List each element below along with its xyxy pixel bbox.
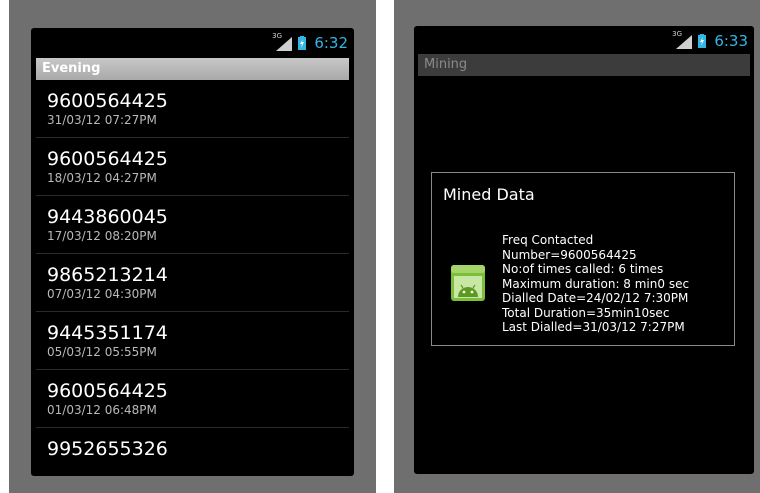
dialog-line: Last Dialled=31/03/12 7:27PM <box>502 320 685 334</box>
call-date: 17/03/12 08:20PM <box>47 229 157 243</box>
list-item[interactable]: 9865213214 07/03/12 04:30PM <box>36 254 349 312</box>
list-item[interactable]: 9600564425 01/03/12 06:48PM <box>36 370 349 428</box>
call-date: 18/03/12 04:27PM <box>47 171 157 185</box>
screen-title: Evening <box>36 58 349 80</box>
call-date: 05/03/12 05:55PM <box>47 345 157 359</box>
battery-charging-icon <box>698 34 706 48</box>
dialog-line: Total Duration=35min10sec <box>502 305 670 320</box>
status-bar: 3G 6:33 <box>414 26 754 54</box>
battery-charging-icon <box>298 36 306 50</box>
call-number: 9445351174 <box>47 322 168 344</box>
dialog-message: Freq Contacted Number=9600564425 No:of t… <box>502 233 689 335</box>
call-number: 9600564425 <box>47 148 168 170</box>
right-phone-screen: 3G 6:33 Mining Mined Data Freq Contacted… <box>414 26 754 474</box>
call-date: 07/03/12 04:30PM <box>47 287 157 301</box>
dialog-line: No:of times called: 6 times <box>502 262 664 276</box>
clock: 6:32 <box>314 34 348 52</box>
dialog-title: Mined Data <box>443 185 535 204</box>
signal-icon <box>276 37 292 51</box>
dialog-line: Number=9600564425 <box>502 247 637 262</box>
call-number: 9865213214 <box>47 264 168 286</box>
call-log-list: 9600564425 31/03/12 07:27PM 9600564425 1… <box>31 80 354 476</box>
list-item[interactable]: 9443860045 17/03/12 08:20PM <box>36 196 349 254</box>
status-bar: 3G 6:32 <box>31 28 354 56</box>
dialog-line: Maximum duration: 8 min0 sec <box>502 276 690 291</box>
signal-icon <box>676 35 692 49</box>
call-number: 9952655326 <box>47 438 168 460</box>
list-item[interactable]: 9445351174 05/03/12 05:55PM <box>36 312 349 370</box>
call-number: 9600564425 <box>47 380 168 402</box>
left-phone-screen: 3G 6:32 Evening 9600564425 31/03/12 07:2… <box>31 28 354 476</box>
list-item[interactable]: 9600564425 31/03/12 07:27PM <box>36 80 349 138</box>
dialog-line: Freq Contacted <box>502 233 594 247</box>
clock: 6:33 <box>714 32 748 50</box>
call-date: 01/03/12 06:48PM <box>47 403 157 417</box>
right-screenshot-frame: 3G 6:33 Mining Mined Data Freq Contacted… <box>394 0 760 493</box>
call-number: 9443860045 <box>47 206 168 228</box>
screen-title: Mining <box>418 54 750 76</box>
list-item[interactable]: 9952655326 <box>36 428 349 476</box>
android-app-icon <box>451 265 485 301</box>
list-item[interactable]: 9600564425 18/03/12 04:27PM <box>36 138 349 196</box>
mined-data-dialog[interactable]: Mined Data Freq Contacted Number=9600564… <box>431 172 735 346</box>
call-date: 31/03/12 07:27PM <box>47 113 157 127</box>
dialog-line: Dialled Date=24/02/12 7:30PM <box>502 291 689 305</box>
left-screenshot-frame: 3G 6:32 Evening 9600564425 31/03/12 07:2… <box>9 0 376 493</box>
call-number: 9600564425 <box>47 90 168 112</box>
